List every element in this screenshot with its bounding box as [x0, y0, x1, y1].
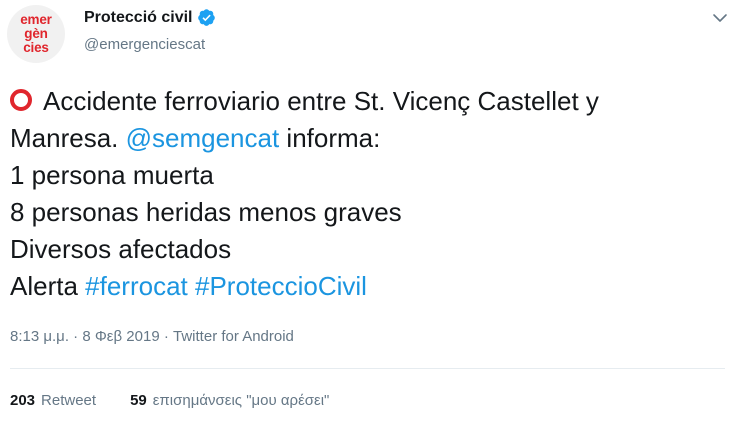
tweet-line-2-pre: Manresa.: [10, 123, 126, 153]
tweet-line-1: Accidente ferroviario entre St. Vicenç C…: [10, 83, 725, 120]
tweet-stats: 203 Retweet 59 επισημάνσεις "μου αρέσει": [10, 392, 329, 409]
tweet-text: Accidente ferroviario entre St. Vicenç C…: [10, 83, 725, 305]
tweet-line-6: Alerta #ferrocat #ProteccioCivil: [10, 268, 725, 305]
retweets-stat[interactable]: 203 Retweet: [10, 392, 96, 409]
avatar[interactable]: emer gèn cies: [7, 5, 65, 63]
hashtag-proteccio-civil-link[interactable]: #ProteccioCivil: [195, 271, 367, 301]
retweets-count: 203: [10, 392, 36, 409]
likes-label: επισημάνσεις "μου αρέσει": [152, 392, 330, 409]
tweet-line-4: 8 personas heridas menos graves: [10, 197, 402, 227]
account-handle[interactable]: @emergenciescat: [84, 36, 205, 53]
display-name[interactable]: Protecció civil: [84, 9, 193, 27]
hashtag-separator: [188, 271, 195, 301]
likes-stat[interactable]: 59 επισημάνσεις "μου αρέσει": [130, 392, 329, 409]
tweet-timestamp[interactable]: 8:13 μ.μ.: [10, 328, 69, 345]
tweet-line-6-pre: Alerta: [10, 271, 86, 301]
chevron-down-icon[interactable]: [712, 10, 728, 26]
likes-count: 59: [130, 392, 147, 409]
hashtag-ferrocat-link[interactable]: #ferrocat: [85, 271, 188, 301]
divider: [10, 368, 725, 369]
retweets-label: Retweet: [41, 392, 97, 409]
meta-separator-2: ·: [159, 328, 174, 345]
mention-link[interactable]: @semgencat: [126, 123, 280, 153]
tweet-line-2-post: informa:: [279, 123, 381, 153]
account-name-row: Protecció civil: [84, 8, 216, 27]
red-circle-emoji-icon: [10, 89, 32, 111]
meta-separator-1: ·: [68, 328, 83, 345]
tweet-meta: 8:13 μ.μ. · 8 Φεβ 2019 · Twitter for And…: [10, 328, 294, 345]
tweet-source[interactable]: Twitter for Android: [173, 328, 294, 345]
tweet-line-1-text: Accidente ferroviario entre St. Vicenç C…: [43, 86, 599, 116]
tweet-date[interactable]: 8 Φεβ 2019: [82, 328, 159, 345]
tweet-line-3: 1 persona muerta: [10, 160, 214, 190]
tweet-line-5: Diversos afectados: [10, 234, 232, 264]
avatar-logo-line-3: cies: [23, 40, 49, 55]
avatar-logo-line-2: gèn: [24, 26, 48, 41]
tweet-line-2: Manresa. @semgencat informa:: [10, 120, 725, 157]
verified-badge-icon: [197, 9, 215, 26]
avatar-logo-line-1: emer: [20, 12, 52, 27]
